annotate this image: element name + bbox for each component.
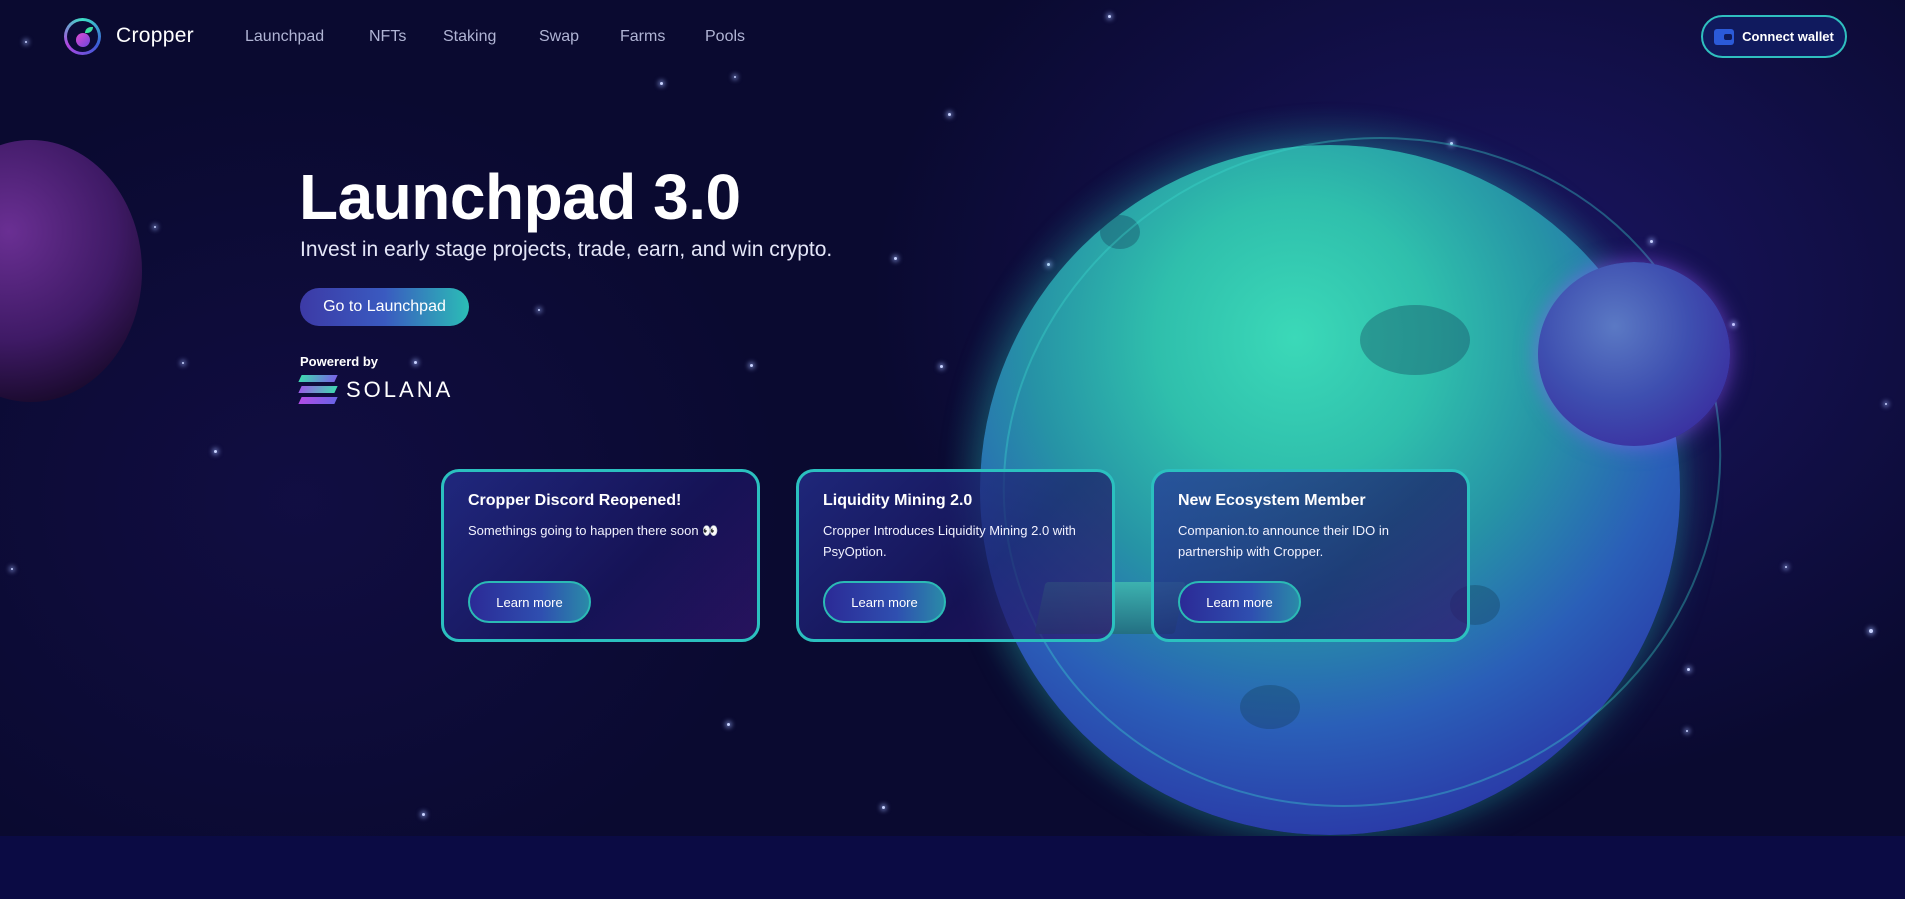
solana-bar <box>298 375 338 382</box>
wallet-icon <box>1714 28 1735 45</box>
star <box>422 813 425 816</box>
card-title: Liquidity Mining 2.0 <box>823 492 973 509</box>
star <box>948 113 951 116</box>
news-card-liquidity-mining: Liquidity Mining 2.0 Cropper Introduces … <box>796 469 1115 642</box>
learn-more-button[interactable]: Learn more <box>468 581 591 623</box>
star <box>882 806 885 809</box>
nav-link-pools[interactable]: Pools <box>705 28 745 46</box>
star <box>1687 668 1690 671</box>
star <box>1732 323 1735 326</box>
star <box>660 82 663 85</box>
star <box>750 364 753 367</box>
powered-by-label: Powererd by <box>300 354 379 369</box>
card-body: Somethings going to happen there soon 👀 <box>468 523 719 538</box>
card-body: Companion.to announce their IDO in partn… <box>1178 523 1390 559</box>
connect-wallet-label: Connect wallet <box>1742 29 1834 44</box>
star <box>11 568 13 570</box>
solana-bar <box>298 386 338 393</box>
star <box>1785 566 1787 568</box>
go-to-launchpad-button[interactable]: Go to Launchpad <box>300 288 469 326</box>
hero-subtitle: Invest in early stage projects, trade, e… <box>300 238 833 261</box>
news-card-ecosystem-member: New Ecosystem Member Companion.to announ… <box>1151 469 1470 642</box>
purple-planet-left <box>0 140 142 402</box>
logo-leaf <box>85 27 93 33</box>
solana-bar <box>298 397 338 404</box>
nav-link-swap[interactable]: Swap <box>539 28 579 46</box>
news-card-discord: Cropper Discord Reopened! Somethings goi… <box>441 469 760 642</box>
nav-link-staking[interactable]: Staking <box>443 28 496 46</box>
star <box>538 309 540 311</box>
footer-band <box>0 836 1905 899</box>
solana-logo-icon <box>298 375 338 405</box>
learn-more-button[interactable]: Learn more <box>1178 581 1301 623</box>
star <box>894 257 897 260</box>
hero-section <box>0 0 1905 836</box>
navbar: Cropper Launchpad NFTs Staking Swap Farm… <box>0 0 1905 76</box>
star <box>1686 730 1688 732</box>
card-title: New Ecosystem Member <box>1178 492 1366 509</box>
cropper-logo-icon[interactable] <box>64 18 101 55</box>
learn-more-button[interactable]: Learn more <box>823 581 946 623</box>
star <box>940 365 943 368</box>
star <box>414 361 417 364</box>
purple-moon <box>1538 262 1730 446</box>
star <box>1885 403 1887 405</box>
card-title: Cropper Discord Reopened! <box>468 492 682 509</box>
star <box>1650 240 1653 243</box>
star <box>727 723 730 726</box>
star <box>1869 629 1873 633</box>
star <box>214 450 217 453</box>
brand-name[interactable]: Cropper <box>116 24 194 48</box>
logo-inner <box>67 21 98 52</box>
nav-link-nfts[interactable]: NFTs <box>369 28 406 46</box>
star <box>182 362 184 364</box>
logo-fruit <box>75 32 90 47</box>
hero-title: Launchpad 3.0 <box>299 161 741 233</box>
card-body: Cropper Introduces Liquidity Mining 2.0 … <box>823 523 1076 559</box>
nav-link-launchpad[interactable]: Launchpad <box>245 28 324 46</box>
star <box>154 226 156 228</box>
solana-wordmark: SOLANA <box>346 377 454 402</box>
star <box>734 76 736 78</box>
nav-link-farms[interactable]: Farms <box>620 28 665 46</box>
connect-wallet-button[interactable]: Connect wallet <box>1701 15 1847 58</box>
